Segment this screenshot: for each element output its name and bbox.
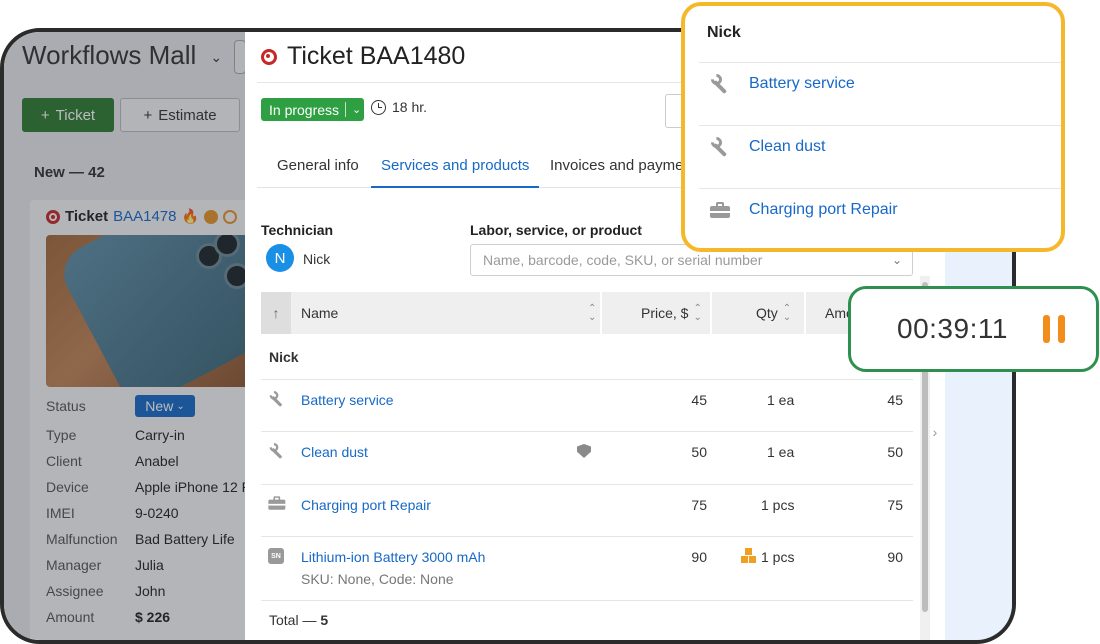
wrench-icon [708,134,731,158]
column-price-label: Price, $ [641,305,689,321]
tab-general-info[interactable]: General info [277,156,359,188]
table-row[interactable]: Charging port Repair 75 1 pcs 75 [261,485,913,537]
row-name[interactable]: Clean dust [301,444,368,460]
row-amount: 75 [887,497,903,513]
row-amount: 45 [887,392,903,408]
serial-number-icon: SN [267,547,285,565]
popup-item-label[interactable]: Clean dust [749,138,826,156]
column-header-price[interactable]: Price, $ ⌃ ⌄ [641,292,702,334]
popup-item-clean-dust[interactable]: Clean dust [699,125,1061,188]
row-amount: 90 [887,549,903,565]
row-sku: SKU: None, Code: None [301,571,454,587]
table-row[interactable]: Battery service 45 1 ea 45 [261,380,913,432]
row-qty: 1 pcs [761,497,795,513]
timer-elapsed: 00:39:11 [897,313,1008,344]
toolbox-icon [709,199,731,221]
technician-name[interactable]: Nick [303,251,330,267]
popup-item-label[interactable]: Battery service [749,75,855,93]
product-search-label: Labor, service, or product [470,222,642,238]
shield-icon [577,444,591,458]
table-total: Total — 5 [269,612,328,628]
tab-services-and-products[interactable]: Services and products [371,156,540,188]
row-price: 90 [691,549,707,565]
ticket-title: Ticket BAA1480 [287,42,466,70]
status-dropdown[interactable]: In progress ⌄ [261,98,364,121]
sort-icon: ⌃ ⌄ [693,303,702,323]
table-header: ↑ Name ⌃ ⌄ Price, $ ⌃ ⌄ Qty ⌃ ⌄ Amo [261,292,913,334]
table-row[interactable]: SN Lithium-ion Battery 3000 mAh SKU: Non… [261,537,913,601]
group-name: Nick [269,349,299,365]
chevron-right-icon[interactable]: › [928,412,942,452]
product-search-placeholder: Name, barcode, code, SKU, or serial numb… [483,252,763,268]
technician-group-row: Nick [261,334,913,380]
popup-item-battery-service[interactable]: Battery service [699,62,1061,125]
row-name[interactable]: Lithium-ion Battery 3000 mAh [301,549,485,565]
clock-icon [371,99,386,115]
time-estimate-value: 18 hr. [392,99,428,115]
popup-title: Nick [707,24,741,41]
time-estimate[interactable]: 18 hr. [371,99,427,115]
column-qty-label: Qty [756,305,778,321]
wrench-icon [708,71,731,95]
row-name[interactable]: Battery service [301,392,394,408]
sort-icon[interactable]: ⌃ ⌄ [583,292,596,334]
row-qty: 1 pcs [761,549,795,565]
column-divider [804,292,806,334]
row-price: 75 [691,497,707,513]
chevron-down-icon: ⌄ [891,253,902,267]
sort-icon: ⌃ ⌄ [588,303,597,323]
work-timer: 00:39:11 [848,286,1099,372]
column-header-name[interactable]: Name [301,292,338,334]
pause-icon[interactable] [1043,315,1067,343]
target-icon [261,48,277,65]
column-divider [600,292,602,334]
chevron-down-icon: ⌄ [352,104,362,116]
popup-item-charging-port-repair[interactable]: Charging port Repair [699,188,1061,251]
toolbox-icon [267,494,286,512]
row-name[interactable]: Charging port Repair [301,497,431,513]
sort-icon: ⌃ ⌄ [782,303,792,323]
technician-services-popup: Nick Battery service Clean dust Charging… [681,2,1065,252]
column-divider [710,292,712,334]
total-count: 5 [320,612,329,628]
page-title: Ticket BAA1480 [261,42,465,71]
wrench-icon [267,389,285,408]
row-qty: 1 ea [767,444,795,460]
column-name-label: Name [301,305,339,321]
wrench-icon [267,441,285,460]
table-row[interactable]: Clean dust 50 1 ea 50 [261,432,913,485]
status-label: In progress [269,101,340,118]
divider [345,102,347,117]
total-label: Total — [269,612,321,628]
row-price: 45 [691,392,707,408]
avatar: N [266,244,294,272]
technician-label: Technician [261,222,334,238]
column-header-qty[interactable]: Qty ⌃ ⌄ [756,292,791,334]
boxes-icon [741,548,757,564]
popup-item-label[interactable]: Charging port Repair [749,201,898,219]
row-qty: 1 ea [767,392,795,408]
row-amount: 50 [887,444,903,460]
sort-arrow-icon[interactable]: ↑ [261,292,291,334]
row-price: 50 [691,444,707,460]
